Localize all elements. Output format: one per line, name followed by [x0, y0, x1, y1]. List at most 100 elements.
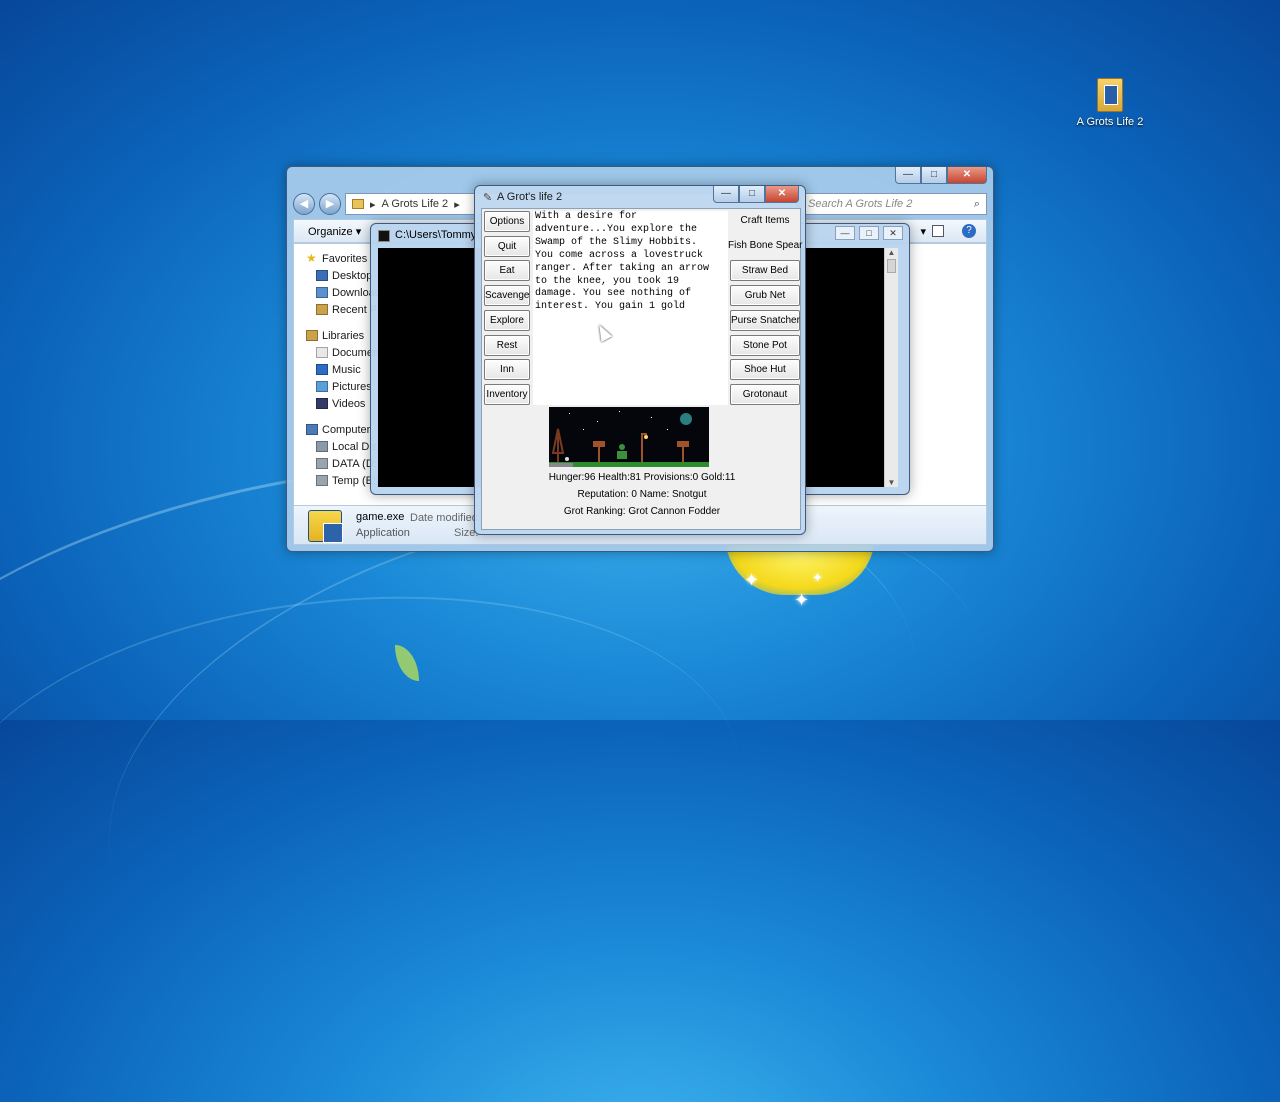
desktop-icon-label: A Grots Life 2 — [1076, 116, 1144, 128]
game-client-area: With a desire for adventure...You explor… — [481, 208, 803, 530]
wallpaper-sparkle: ✦ — [812, 570, 823, 585]
explore-button[interactable]: Explore — [484, 310, 530, 331]
organize-button[interactable]: Organize ▾ — [308, 225, 361, 238]
music-icon — [316, 364, 328, 375]
scroll-down-icon[interactable]: ▼ — [885, 478, 898, 487]
purse-snatcher-button[interactable]: Purse Snatcher — [730, 310, 800, 331]
game-window: ✎ A Grot's life 2 — □ ✕ With a desire fo… — [474, 185, 806, 535]
breadcrumb-chevron-icon: ▸ — [454, 198, 460, 211]
lamp-post-icon — [641, 433, 643, 462]
sidebar-item-favorites[interactable]: ★ Favorites — [294, 250, 380, 267]
file-name: game.exe — [356, 511, 405, 523]
breadcrumb: A Grots Life 2 — [381, 198, 449, 210]
rest-button[interactable]: Rest — [484, 335, 530, 356]
story-text: With a desire for adventure...You explor… — [533, 211, 728, 405]
sidebar-item-temp-e[interactable]: Temp (E:) — [294, 472, 380, 489]
close-button[interactable]: ✕ — [765, 186, 799, 203]
sidebar-item-videos[interactable]: Videos — [294, 395, 380, 412]
downloads-icon — [316, 287, 328, 298]
game-scene-image — [549, 407, 709, 467]
sidebar-item-label: Pictures — [332, 380, 372, 393]
inn-button[interactable]: Inn — [484, 359, 530, 380]
navigation-pane: ★ Favorites Desktop DownloadsRecent Places L… — [294, 244, 380, 506]
scroll-up-icon[interactable]: ▲ — [885, 248, 898, 257]
sidebar-item-label: Music — [332, 363, 361, 376]
star-icon: ★ — [306, 251, 317, 265]
search-input[interactable]: Search A Grots Life 2 ⌕ — [801, 193, 987, 215]
stone-pot-button[interactable]: Stone Pot — [730, 335, 800, 356]
local-disk-icon — [316, 441, 328, 452]
grot-character-icon — [617, 451, 627, 459]
reputation-line: Reputation: 0 Name: Snotgut — [577, 489, 707, 500]
sidebar-item-desktop[interactable]: Desktop — [294, 267, 380, 284]
minimize-button[interactable]: — — [895, 167, 921, 184]
computer-icon — [306, 424, 318, 435]
documents-icon — [316, 347, 328, 358]
sidebar-item-documents[interactable]: Documents — [294, 344, 380, 361]
breadcrumb-chevron-icon: ▸ — [370, 198, 376, 211]
close-button[interactable]: ✕ — [883, 226, 903, 240]
help-icon[interactable]: ? — [962, 224, 976, 238]
drive-icon — [316, 458, 328, 469]
grotonaut-button[interactable]: Grotonaut — [730, 384, 800, 405]
maximize-button[interactable]: □ — [859, 226, 879, 240]
sidebar-item-recent-places[interactable]: Recent Places — [294, 301, 380, 318]
back-button[interactable]: ◀ — [293, 193, 315, 215]
craft-items-button[interactable]: Craft Items — [730, 211, 800, 232]
minimize-button[interactable]: — — [713, 186, 739, 203]
pictures-icon — [316, 381, 328, 392]
organize-label: Organize — [308, 225, 353, 238]
sidebar-item-label: Libraries — [322, 329, 365, 342]
ranking-line: Grot Ranking: Grot Cannon Fodder — [563, 506, 721, 517]
fish-bone-spear-button[interactable]: Fish Bone Spear — [728, 236, 803, 257]
signpost-icon — [593, 441, 605, 447]
sidebar-item-data-d[interactable]: DATA (D:) — [294, 455, 380, 472]
grub-net-button[interactable]: Grub Net — [730, 285, 800, 306]
videos-icon — [316, 398, 328, 409]
close-button[interactable]: ✕ — [947, 167, 987, 184]
sidebar-item-computer[interactable]: Computer — [294, 421, 380, 438]
wallpaper-sparkle: ✦ — [794, 590, 810, 610]
options-button[interactable]: Options — [484, 211, 530, 232]
minimize-button[interactable]: — — [835, 226, 855, 240]
maximize-button[interactable]: □ — [921, 167, 947, 184]
view-options-icon[interactable]: ▾ — [920, 225, 926, 238]
scavenge-button[interactable]: Scavenge — [484, 285, 530, 306]
desktop-icon — [316, 270, 328, 281]
game-caption-buttons: — □ ✕ — [713, 186, 799, 203]
explorer-caption-buttons: — □ ✕ — [895, 167, 987, 184]
wallpaper-swoosh — [0, 559, 759, 1041]
sidebar-item-label: Videos — [332, 397, 366, 410]
sidebar-item-downloads[interactable]: Downloads — [294, 284, 380, 301]
sidebar-item-music[interactable]: Music — [294, 361, 380, 378]
console-scrollbar[interactable]: ▲ ▼ — [884, 248, 898, 487]
console-icon — [378, 230, 390, 242]
application-icon — [308, 510, 343, 543]
desktop-folder-a-grots-life-2[interactable]: A Grots Life 2 — [1076, 78, 1144, 128]
date-modified-label: Date modified: — [410, 512, 481, 524]
sidebar-item-libraries[interactable]: Libraries — [294, 327, 380, 344]
inventory-button[interactable]: Inventory — [484, 384, 530, 405]
sidebar-item-local-disk[interactable]: Local Disk — [294, 438, 380, 455]
search-icon: ⌕ — [973, 197, 980, 210]
eat-button[interactable]: Eat — [484, 260, 530, 281]
stats-line: Hunger:96 Health:81 Provisions:0 Gold:11 — [548, 472, 736, 483]
scroll-thumb[interactable] — [887, 259, 896, 273]
sidebar-item-pictures[interactable]: Pictures — [294, 378, 380, 395]
straw-bed-button[interactable]: Straw Bed — [730, 260, 800, 281]
shoe-hut-button[interactable]: Shoe Hut — [730, 359, 800, 380]
forward-button[interactable]: ▶ — [319, 193, 341, 215]
search-placeholder: Search A Grots Life 2 — [808, 198, 913, 210]
recent-places-icon — [316, 304, 328, 315]
moon-icon — [680, 413, 692, 425]
drive-icon — [316, 475, 328, 486]
wallpaper-sparkle: ✦ — [744, 570, 760, 590]
folder-icon — [1097, 78, 1123, 112]
wallpaper-leaf — [395, 645, 419, 681]
preview-pane-icon[interactable] — [932, 225, 944, 237]
libraries-icon — [306, 330, 318, 341]
maximize-button[interactable]: □ — [739, 186, 765, 203]
game-window-title: A Grot's life 2 — [497, 191, 563, 203]
quit-button[interactable]: Quit — [484, 236, 530, 257]
